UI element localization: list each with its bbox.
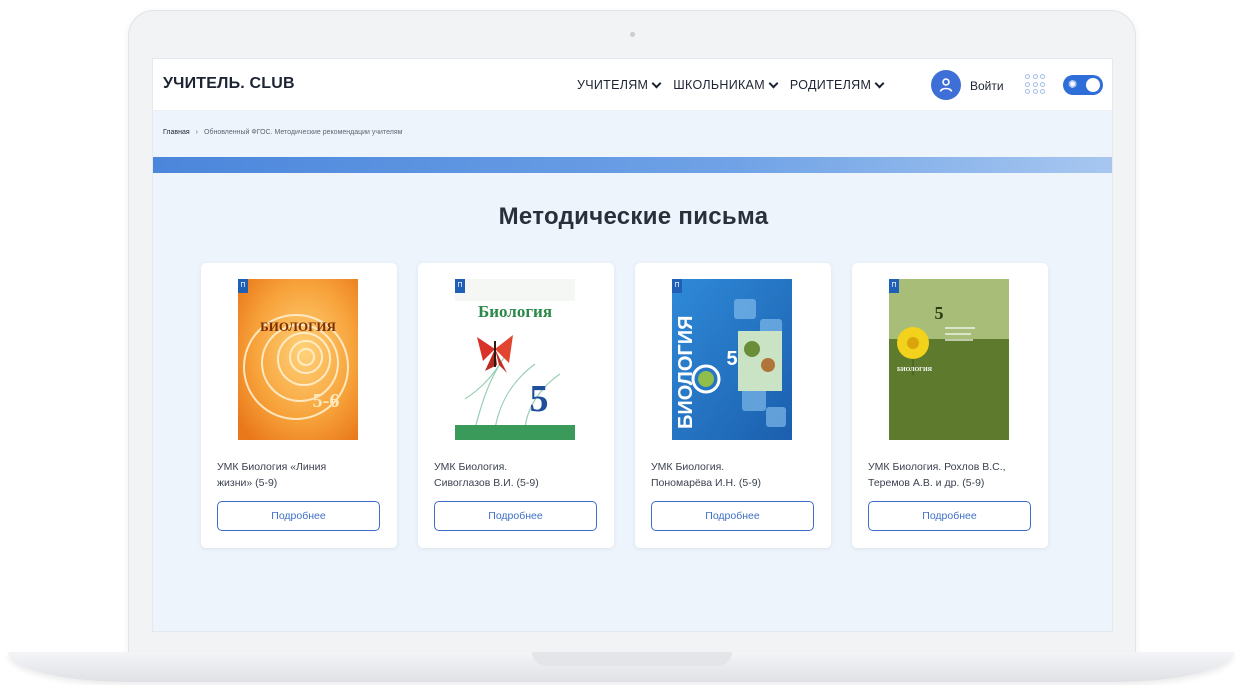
breadcrumb-home[interactable]: Главная — [163, 129, 190, 136]
site-logo[interactable]: УЧИТЕЛЬ. CLUB — [163, 75, 295, 93]
screen: УЧИТЕЛЬ. CLUB УЧИТЕЛЯМ ШКОЛЬНИКАМ РОДИТЕ… — [152, 58, 1113, 632]
svg-text:БИОЛОГИЯ: БИОЛОГИЯ — [260, 319, 336, 334]
site-header: УЧИТЕЛЬ. CLUB УЧИТЕЛЯМ ШКОЛЬНИКАМ РОДИТЕ… — [153, 59, 1112, 111]
svg-text:БИОЛОГИЯ: БИОЛОГИЯ — [897, 367, 933, 373]
svg-text:5-6: 5-6 — [313, 390, 340, 412]
theme-toggle[interactable]: ✺ — [1063, 75, 1103, 95]
card-title: УМК Биология. Пономарёва И.Н. (5-9) — [651, 461, 762, 489]
details-button[interactable]: Подробнее — [434, 501, 597, 531]
svg-text:5: 5 — [935, 303, 944, 323]
svg-text:БИОЛОГИЯ: БИОЛОГИЯ — [675, 316, 697, 430]
nav-item-students[interactable]: ШКОЛЬНИКАМ — [673, 78, 779, 92]
umk-card: Биология 5 П УМК Биология. Сивоглазов В.… — [418, 263, 614, 548]
details-button[interactable]: Подробнее — [651, 501, 814, 531]
umk-card: БИОЛОГИЯ 5 П УМК Биология. Пономарёва И.… — [635, 263, 831, 548]
publisher-logo-icon: П — [889, 279, 899, 293]
nav-item-label: УЧИТЕЛЯМ — [577, 78, 649, 92]
nav-item-parents[interactable]: РОДИТЕЛЯМ — [789, 78, 885, 92]
laptop-notch — [532, 652, 732, 666]
book-cover-image[interactable]: 5 БИОЛОГИЯ П — [889, 279, 1009, 440]
card-title: УМК Биология. Рохлов В.С., Теремов А.В. … — [868, 461, 1006, 489]
camera-icon — [630, 32, 635, 37]
svg-text:Биология: Биология — [478, 302, 552, 321]
publisher-logo-icon: П — [672, 279, 682, 293]
toggle-knob — [1086, 78, 1100, 92]
login-link[interactable]: Войти — [970, 79, 1004, 93]
details-button[interactable]: Подробнее — [868, 501, 1031, 531]
details-button[interactable]: Подробнее — [217, 501, 380, 531]
book-cover-image[interactable]: БИОЛОГИЯ 5-6 П — [238, 279, 358, 440]
breadcrumb: Главная › Обновленный ФГОС. Методические… — [163, 129, 402, 136]
nav-item-label: РОДИТЕЛЯМ — [789, 78, 872, 92]
book-cover-image[interactable]: БИОЛОГИЯ 5 П — [672, 279, 792, 440]
chevron-down-icon — [874, 78, 885, 88]
page-title: Методические письма — [498, 203, 769, 230]
card-title: УМК Биология. Сивоглазов В.И. (5-9) — [434, 461, 539, 489]
breadcrumb-current: Обновленный ФГОС. Методические рекоменда… — [204, 129, 403, 136]
user-avatar-icon[interactable] — [931, 70, 961, 100]
accessibility-icon: ✺ — [1068, 79, 1078, 91]
breadcrumb-separator: › — [195, 129, 198, 136]
apps-grid-icon[interactable] — [1025, 74, 1045, 94]
book-cover-image[interactable]: Биология 5 П — [455, 279, 575, 440]
decorative-band — [153, 157, 1112, 173]
nav-item-label: ШКОЛЬНИКАМ — [673, 78, 765, 92]
chevron-down-icon — [768, 78, 779, 88]
publisher-logo-icon: П — [238, 279, 248, 293]
umk-card: БИОЛОГИЯ 5-6 П УМК Биология «Линия жизни… — [201, 263, 397, 548]
laptop-mockup: УЧИТЕЛЬ. CLUB УЧИТЕЛЯМ ШКОЛЬНИКАМ РОДИТЕ… — [0, 0, 1242, 685]
nav-item-teachers[interactable]: УЧИТЕЛЯМ — [577, 78, 662, 92]
card-list: БИОЛОГИЯ 5-6 П УМК Биология «Линия жизни… — [201, 263, 1048, 548]
card-title: УМК Биология «Линия жизни» (5-9) — [217, 461, 327, 489]
umk-card: 5 БИОЛОГИЯ П УМК Биология. Рохлов В.С., … — [852, 263, 1048, 548]
svg-text:5: 5 — [530, 378, 549, 420]
svg-text:5: 5 — [726, 348, 737, 370]
publisher-logo-icon: П — [455, 279, 465, 293]
main-nav: УЧИТЕЛЯМ ШКОЛЬНИКАМ РОДИТЕЛЯМ — [577, 78, 885, 92]
chevron-down-icon — [651, 78, 662, 88]
user-icon — [939, 78, 953, 92]
